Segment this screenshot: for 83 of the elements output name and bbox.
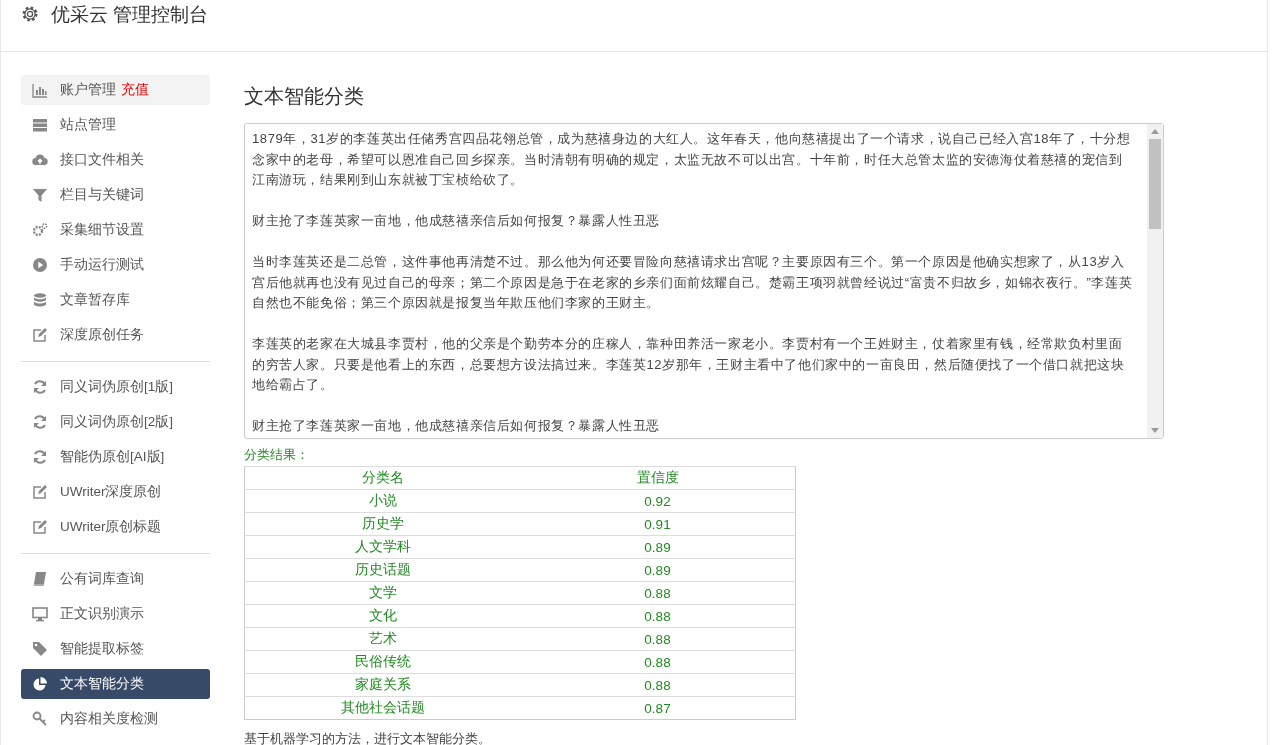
table-cell: 0.89 xyxy=(520,535,796,559)
edit-icon xyxy=(32,327,48,343)
refresh-icon xyxy=(32,449,48,465)
settings-icon xyxy=(21,5,39,23)
cloud-upload-icon xyxy=(32,152,48,168)
table-cell: 人文学科 xyxy=(244,535,520,559)
sidebar-item-label: 文章暂存库 xyxy=(60,291,130,309)
table-cell: 艺术 xyxy=(244,627,520,651)
sidebar-item-label: 站点管理 xyxy=(60,116,116,134)
pie-chart-icon xyxy=(32,676,48,692)
server-icon xyxy=(32,117,48,133)
sidebar-item-label: 手动运行测试 xyxy=(60,256,144,274)
table-cell: 文化 xyxy=(244,604,520,628)
column-header: 分类名 xyxy=(244,466,520,490)
sidebar-item[interactable]: 账户管理 充值 xyxy=(21,75,210,105)
sidebar-item[interactable]: 内容相关度检测 xyxy=(21,704,210,734)
table-cell: 民俗传统 xyxy=(244,650,520,674)
table-cell: 家庭关系 xyxy=(244,673,520,697)
result-label: 分类结果： xyxy=(244,446,310,464)
recharge-link[interactable]: 充值 xyxy=(121,81,149,99)
table-cell: 0.88 xyxy=(520,650,796,674)
sidebar-item[interactable]: 栏目与关键词 xyxy=(21,180,210,210)
sidebar-item[interactable]: UWriter深度原创 xyxy=(21,477,210,507)
sidebar-item-label: 智能伪原创[AI版] xyxy=(60,448,165,466)
sidebar-item[interactable]: 站点管理 xyxy=(21,110,210,140)
table-cell: 0.91 xyxy=(520,512,796,536)
filter-icon xyxy=(32,187,48,203)
sidebar-item[interactable]: 正文识别演示 xyxy=(21,599,210,629)
bar-chart-icon xyxy=(32,82,48,98)
sidebar-item-label: 同义词伪原创[2版] xyxy=(60,413,173,431)
sidebar-item-label: UWriter深度原创 xyxy=(60,483,162,501)
sidebar-item[interactable]: 采集细节设置 xyxy=(21,215,210,245)
sidebar-item-label: 智能提取标签 xyxy=(60,640,144,658)
scrollbar[interactable] xyxy=(1147,124,1163,438)
sidebar-item-label: 账户管理 xyxy=(60,81,116,99)
table-cell: 0.88 xyxy=(520,673,796,697)
sidebar-item[interactable]: 同义词伪原创[2版] xyxy=(21,407,210,437)
sidebar-item-label: 同义词伪原创[1版] xyxy=(60,378,173,396)
app-title: 优采云 管理控制台 xyxy=(51,4,209,26)
table-cell: 0.88 xyxy=(520,604,796,628)
text-area[interactable]: 1879年，31岁的李莲英出任储秀宫四品花翎总管，成为慈禧身边的大红人。这年春天，他向慈禧提出了一个请求，说自己已经入宫18年了，十分想念家中的老母，希望可以恩准自己回乡探亲。当时清朝有明确的规定，太监无故不可以出宫。十年前，时任大总管太监的安德海仗着慈禧的宠信到江南游玩，结果刚到山东就被丁宝桢给砍了。 财主抢了李莲英家一亩地，他成慈禧亲信后如何报复？暴露人性丑恶 当时李莲英还是二总管，这件事他再清楚不过。那么他为何还要冒险向慈禧请求出宫呢？主要原因有三个。第一个原因是他确实想家了，从13岁入宫后他就再也没有见过自己的母亲；第二个原因是急于在老家的乡亲们面前炫耀自己。楚霸王项羽就曾经说过“富贵不归故乡，如锦衣夜行。”李莲英自然也不能免俗；第三个原因就是报复当年欺压他们李家的王财主。 李莲英的老家在大城县李贾村，他的父亲是个勤劳本分的庄稼人，靠种田养活一家老小。李贾村有一个王姓财主，仗着家里有钱，经常欺负村里面的穷苦人家。只要是他看上的东西，总要想方设法搞过来。李莲英12岁那年，王财主看中了他们家中的一亩良田，然后随便找了一个借口就把这块地给霸占了。 财主抢了李莲英家一亩地，他成慈禧亲信后如何报复？暴露人性丑恶 xyxy=(244,123,1164,439)
table-cell: 小说 xyxy=(244,489,520,513)
sidebar-item-label: 公有词库查询 xyxy=(60,570,144,588)
refresh-icon xyxy=(32,379,48,395)
table-cell: 0.89 xyxy=(520,558,796,582)
book-icon xyxy=(32,571,48,587)
table-cell: 0.87 xyxy=(520,696,796,720)
sidebar-item-label: 采集细节设置 xyxy=(60,221,144,239)
sidebar-item[interactable]: 智能伪原创[AI版] xyxy=(21,442,210,472)
table-cell: 历史话题 xyxy=(244,558,520,582)
sidebar-item-label: 深度原创任务 xyxy=(60,326,144,344)
table-cell: 文学 xyxy=(244,581,520,605)
sidebar-item-label: 栏目与关键词 xyxy=(60,186,144,204)
table-cell: 历史学 xyxy=(244,512,520,536)
description-text: 基于机器学习的方法，进行文本智能分类。 xyxy=(244,730,492,745)
table-cell: 0.92 xyxy=(520,489,796,513)
sidebar-item[interactable]: 智能提取标签 xyxy=(21,634,210,664)
monitor-icon xyxy=(32,606,48,622)
sidebar-item[interactable]: 深度原创任务 xyxy=(21,320,210,350)
database-icon xyxy=(32,292,48,308)
sidebar-item-label: 接口文件相关 xyxy=(60,151,144,169)
sidebar-item[interactable]: 公有词库查询 xyxy=(21,564,210,594)
key-icon xyxy=(32,711,48,727)
table-cell: 其他社会话题 xyxy=(244,696,520,720)
sidebar-item-label: UWriter原创标题 xyxy=(60,518,162,536)
edit-icon xyxy=(32,484,48,500)
sidebar-item-label: 内容相关度检测 xyxy=(60,710,158,728)
play-icon xyxy=(32,257,48,273)
refresh-icon xyxy=(32,414,48,430)
table-cell: 0.88 xyxy=(520,627,796,651)
sidebar-item[interactable]: 文章暂存库 xyxy=(21,285,210,315)
sidebar-item[interactable]: UWriter原创标题 xyxy=(21,512,210,542)
sidebar-item-label: 正文识别演示 xyxy=(60,605,144,623)
sidebar-item[interactable]: 接口文件相关 xyxy=(21,145,210,175)
sidebar-item-label: 文本智能分类 xyxy=(60,675,144,693)
sidebar-item[interactable]: 手动运行测试 xyxy=(21,250,210,280)
table-cell: 0.88 xyxy=(520,581,796,605)
column-header: 置信度 xyxy=(520,466,796,490)
sidebar-item[interactable]: 文本智能分类 xyxy=(21,669,210,699)
page-title: 文本智能分类 xyxy=(244,84,365,109)
tag-icon xyxy=(32,641,48,657)
edit-icon xyxy=(32,519,48,535)
sidebar-item[interactable]: 同义词伪原创[1版] xyxy=(21,372,210,402)
